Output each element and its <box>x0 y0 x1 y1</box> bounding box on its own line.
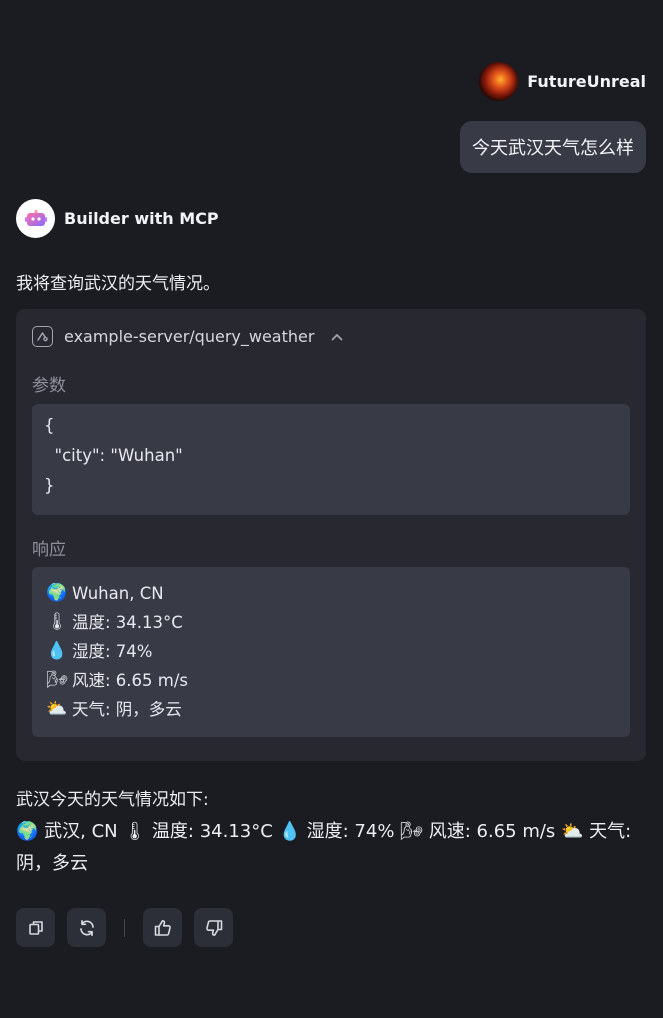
chat-page: FutureUnreal 今天武汉天气怎么样 Builder with MCP … <box>0 0 663 1018</box>
sun-cloud-icon: ⛅ <box>46 699 68 719</box>
response-text: 天气: 阴，多云 <box>72 700 182 719</box>
robot-icon <box>24 209 47 226</box>
tool-icon <box>32 326 53 347</box>
user-message-text: 今天武汉天气怎么样 <box>472 138 634 159</box>
response-line: 🌍 Wuhan, CN <box>46 579 616 608</box>
refresh-icon <box>79 919 94 936</box>
assistant-avatar <box>16 199 55 238</box>
user-avatar[interactable] <box>479 62 519 101</box>
user-header: FutureUnreal <box>479 62 646 101</box>
response-text: 温度: 34.13°C <box>72 613 183 632</box>
tool-call-header[interactable]: example-server/query_weather <box>32 326 347 347</box>
response-block: 🌍 Wuhan, CN 🌡 温度: 34.13°C 💧 湿度: 74% 🌬 风速… <box>32 567 630 737</box>
droplet-icon: 💧 <box>46 641 68 661</box>
regenerate-button[interactable] <box>67 908 106 947</box>
like-button[interactable] <box>143 908 182 947</box>
chevron-up-icon[interactable] <box>327 327 347 347</box>
assistant-name: Builder with MCP <box>64 209 219 228</box>
response-line: 🌡 温度: 34.13°C <box>46 608 616 637</box>
message-actions <box>16 908 233 947</box>
copy-button[interactable] <box>16 908 55 947</box>
user-message-bubble: 今天武汉天气怎么样 <box>460 121 646 173</box>
response-line: 🌬 风速: 6.65 m/s <box>46 666 616 695</box>
thumbs-up-icon <box>154 919 171 936</box>
response-line: 💧 湿度: 74% <box>46 637 616 666</box>
dislike-button[interactable] <box>194 908 233 947</box>
tool-name: example-server/query_weather <box>64 327 315 346</box>
response-line: ⛅ 天气: 阴，多云 <box>46 695 616 724</box>
response-text: 湿度: 74% <box>72 642 153 661</box>
copy-icon <box>28 920 43 935</box>
summary-title: 武汉今天的天气情况如下: <box>16 790 209 810</box>
tool-call-card: example-server/query_weather 参数 { "city"… <box>16 309 646 761</box>
params-label: 参数 <box>32 376 66 396</box>
wind-icon: 🌬 <box>46 670 68 690</box>
params-line: } <box>44 476 55 495</box>
divider <box>124 918 125 937</box>
thermometer-icon: 🌡 <box>46 612 68 632</box>
response-text: 风速: 6.65 m/s <box>72 671 189 690</box>
response-text: Wuhan, CN <box>72 584 164 603</box>
response-label: 响应 <box>32 540 66 560</box>
globe-icon: 🌍 <box>46 583 68 603</box>
params-line: { <box>44 416 55 435</box>
summary-body: 🌍 武汉, CN 🌡 温度: 34.13°C 💧 湿度: 74% 🌬 风速: 6… <box>16 821 632 874</box>
params-code-block: { "city": "Wuhan" } <box>32 404 630 515</box>
params-line: "city": "Wuhan" <box>44 446 183 465</box>
thumbs-down-icon <box>205 919 222 936</box>
user-name: FutureUnreal <box>527 72 646 91</box>
assistant-header: Builder with MCP <box>16 199 219 238</box>
assistant-intro-text: 我将查询武汉的天气情况。 <box>16 274 220 294</box>
